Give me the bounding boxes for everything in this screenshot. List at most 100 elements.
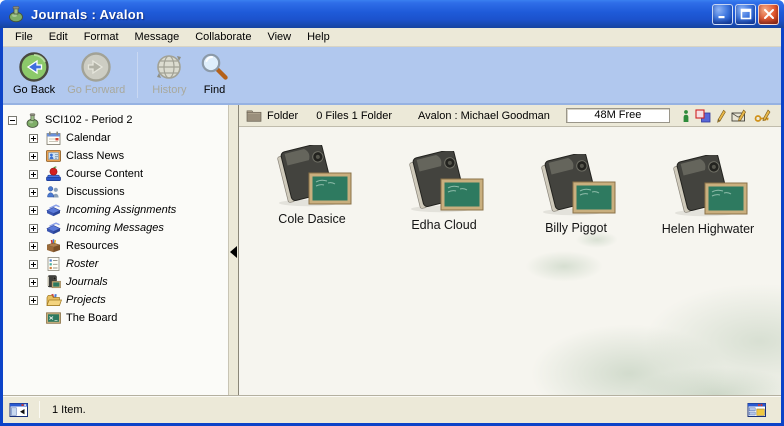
flask-app-icon bbox=[6, 5, 26, 23]
history-label: History bbox=[152, 84, 186, 96]
projects-icon bbox=[45, 292, 62, 308]
maximize-icon bbox=[740, 8, 752, 20]
menu-format[interactable]: Format bbox=[76, 29, 127, 45]
app-window: Journals : Avalon File Edit Format Messa… bbox=[0, 0, 784, 426]
close-button[interactable] bbox=[758, 4, 779, 25]
tree-item-class-news[interactable]: Class News bbox=[3, 147, 228, 165]
journal-book-icon bbox=[533, 154, 619, 216]
tree-item-sci102[interactable]: SCI102 - Period 2 bbox=[3, 111, 228, 129]
maximize-button[interactable] bbox=[735, 4, 756, 25]
tree-item-incoming-assignments[interactable]: Incoming Assignments bbox=[3, 201, 228, 219]
menu-message[interactable]: Message bbox=[127, 29, 188, 45]
sidebar-splitter[interactable] bbox=[229, 105, 239, 395]
pencil-icon[interactable] bbox=[716, 109, 726, 123]
tree-item-journals[interactable]: Journals bbox=[3, 273, 228, 291]
expand-plus-icon[interactable] bbox=[29, 188, 38, 197]
journal-item[interactable]: Helen Highwater bbox=[657, 155, 759, 236]
journal-item[interactable]: Billy Piggot bbox=[525, 154, 627, 236]
roster-icon bbox=[45, 256, 62, 272]
go-back-label: Go Back bbox=[13, 84, 55, 96]
toolbar-separator bbox=[137, 52, 138, 98]
discussions-icon bbox=[45, 184, 62, 200]
tree-item-label: Resources bbox=[66, 240, 119, 252]
journals-icon bbox=[45, 274, 62, 290]
title-bar[interactable]: Journals : Avalon bbox=[0, 0, 784, 28]
minimize-icon bbox=[717, 8, 729, 20]
calendar-icon bbox=[45, 130, 62, 146]
journal-item[interactable]: Cole Dasice bbox=[261, 145, 363, 236]
expand-plus-icon[interactable] bbox=[29, 242, 38, 251]
tree-item-label: Class News bbox=[66, 150, 124, 162]
tree-item-projects[interactable]: Projects bbox=[3, 291, 228, 309]
board-icon bbox=[45, 310, 62, 326]
expand-plus-icon[interactable] bbox=[29, 260, 38, 269]
class-news-icon bbox=[45, 148, 62, 164]
journal-name: Edha Cloud bbox=[411, 218, 476, 232]
tree-item-calendar[interactable]: Calendar bbox=[3, 129, 228, 147]
journal-book-icon bbox=[269, 145, 355, 207]
tree-item-label: Incoming Messages bbox=[66, 222, 164, 234]
tree-item-discussions[interactable]: Discussions bbox=[3, 183, 228, 201]
tree-item-label: Course Content bbox=[66, 168, 143, 180]
find-label: Find bbox=[204, 84, 225, 96]
menu-collaborate[interactable]: Collaborate bbox=[187, 29, 259, 45]
item-type-label: Folder bbox=[267, 110, 298, 122]
folder-contents-area[interactable]: Cole Dasice bbox=[239, 127, 781, 395]
tree-item-resources[interactable]: Resources bbox=[3, 237, 228, 255]
menu-file[interactable]: File bbox=[7, 29, 41, 45]
content-region: SCI102 - Period 2 Calendar bbox=[3, 105, 781, 395]
tree-item-label: Journals bbox=[66, 276, 108, 288]
tree-item-label: The Board bbox=[66, 312, 117, 324]
tree-item-the-board[interactable]: The Board bbox=[3, 309, 228, 327]
tree-item-label: Projects bbox=[66, 294, 106, 306]
journal-book-icon bbox=[401, 151, 487, 213]
history-globe-icon bbox=[153, 51, 185, 83]
tree-item-label: Roster bbox=[66, 258, 98, 270]
tree-item-incoming-messages[interactable]: Incoming Messages bbox=[3, 219, 228, 237]
minimize-button[interactable] bbox=[712, 4, 733, 25]
journal-item[interactable]: Edha Cloud bbox=[393, 151, 495, 236]
expand-plus-icon[interactable] bbox=[29, 206, 38, 215]
window-title: Journals : Avalon bbox=[31, 7, 712, 22]
account-label: Avalon : Michael Goodman bbox=[418, 110, 550, 122]
find-button[interactable]: Find bbox=[193, 50, 237, 97]
go-forward-button[interactable]: Go Forward bbox=[61, 50, 131, 97]
item-count-label: 1 Item. bbox=[52, 404, 86, 416]
expand-plus-icon[interactable] bbox=[29, 224, 38, 233]
folder-info-bar: Folder 0 Files 1 Folder Avalon : Michael… bbox=[239, 105, 781, 127]
menu-help[interactable]: Help bbox=[299, 29, 338, 45]
toolbar: Go Back Go Forward History bbox=[3, 47, 781, 105]
layout-panels-icon[interactable] bbox=[747, 402, 767, 418]
key-pencil-icon[interactable] bbox=[754, 109, 773, 123]
expand-plus-icon[interactable] bbox=[29, 170, 38, 179]
shapes-icon[interactable] bbox=[695, 109, 711, 123]
go-forward-icon bbox=[80, 51, 112, 83]
folder-icon bbox=[246, 109, 262, 122]
tree-item-course-content[interactable]: Course Content bbox=[3, 165, 228, 183]
mail-pencil-icon[interactable] bbox=[731, 109, 749, 123]
menu-bar: File Edit Format Message Collaborate Vie… bbox=[3, 28, 781, 47]
menu-edit[interactable]: Edit bbox=[41, 29, 76, 45]
incoming-messages-icon bbox=[45, 220, 62, 236]
incoming-assignments-icon bbox=[45, 202, 62, 218]
collapse-panel-arrow-icon[interactable] bbox=[230, 246, 237, 258]
journal-name: Cole Dasice bbox=[278, 212, 345, 226]
tree-item-label: Discussions bbox=[66, 186, 125, 198]
tree-item-roster[interactable]: Roster bbox=[3, 255, 228, 273]
menu-view[interactable]: View bbox=[259, 29, 299, 45]
go-back-button[interactable]: Go Back bbox=[7, 50, 61, 97]
journal-name: Helen Highwater bbox=[662, 222, 754, 236]
go-forward-label: Go Forward bbox=[67, 84, 125, 96]
collapse-minus-icon[interactable] bbox=[8, 116, 17, 125]
flask-icon bbox=[24, 112, 41, 129]
expand-plus-icon[interactable] bbox=[29, 296, 38, 305]
person-icon[interactable] bbox=[682, 109, 690, 123]
tree-item-label: Incoming Assignments bbox=[66, 204, 176, 216]
expand-plus-icon[interactable] bbox=[29, 278, 38, 287]
toggle-sidebar-icon[interactable] bbox=[9, 402, 29, 418]
expand-plus-icon[interactable] bbox=[29, 152, 38, 161]
history-button[interactable]: History bbox=[146, 50, 192, 97]
expand-plus-icon[interactable] bbox=[29, 134, 38, 143]
resources-icon bbox=[45, 238, 62, 254]
sidebar-tree: SCI102 - Period 2 Calendar bbox=[3, 105, 229, 395]
